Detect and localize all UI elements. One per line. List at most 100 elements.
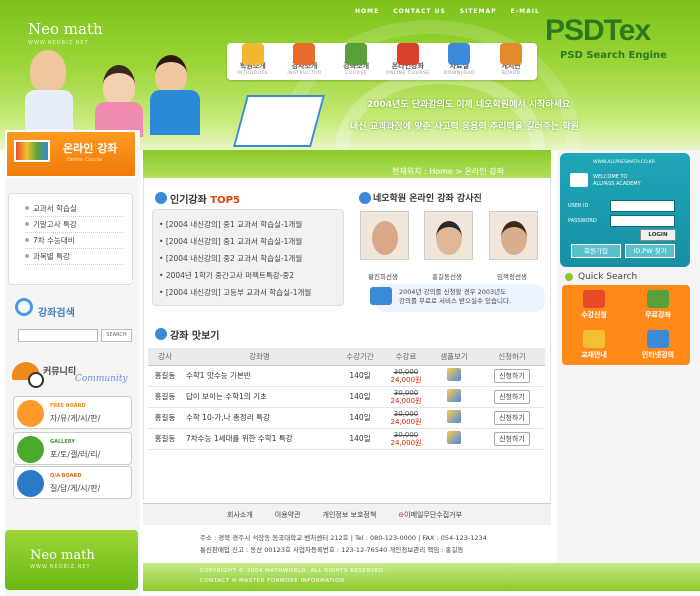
lecture-menu-item[interactable]: 기말고사 특강 [25, 217, 124, 233]
cell-course-name[interactable]: 7차수능 1세대를 위한 수학1 특강 [182, 428, 337, 450]
footer-link-email-refuse[interactable]: ⊖이메일무단수집거부 [398, 510, 462, 520]
top5-list: • [2004 내신강의] 중1 교과서 학습실-1개월 • [2004 내신강… [152, 209, 344, 306]
site-logo[interactable]: Neo math [28, 20, 103, 38]
join-button[interactable]: 회원가입 [571, 244, 621, 258]
sample-view-icon[interactable] [447, 431, 461, 444]
footer-link-company[interactable]: 회사소개 [227, 510, 253, 520]
user-id-input[interactable] [610, 200, 675, 212]
quick-internet-lecture[interactable]: 인터넷강의 [626, 325, 690, 365]
teacher-illustration-body [25, 90, 73, 135]
footer-link-privacy[interactable]: 개인정보 보호정책 [323, 510, 377, 520]
password-input[interactable] [610, 215, 675, 227]
computer-icon [370, 287, 392, 305]
sample-view-icon[interactable] [447, 410, 461, 423]
top-nav-contact[interactable]: CONTACT US [393, 8, 446, 15]
login-button[interactable]: LOGIN [640, 229, 676, 241]
top5-item[interactable]: • [2004 내신강의] 중1 교과서 학습실-1개월 [159, 217, 343, 234]
nav-instructor[interactable]: 강사소개 INSTRUCTOR [279, 43, 329, 76]
cell-period: 140일 [337, 365, 383, 387]
gallery-link[interactable]: GALLERY 포/토/갤/러/리/ [13, 432, 132, 465]
lecture-menu-item[interactable]: 교과서 학습실 [25, 201, 124, 217]
top-nav-home[interactable]: HOME [355, 8, 379, 15]
cell-sample [429, 407, 479, 429]
quick-enroll[interactable]: 수강신청 [562, 285, 626, 325]
login-welcome: WELCOME TO ALLPASS ACADEMY [593, 174, 641, 188]
lecture-menu-item[interactable]: 과목별 특강 [25, 249, 124, 265]
find-id-pw-button[interactable]: ID,PW 찾기 [625, 244, 675, 258]
course-search-title: 강좌검색 [38, 308, 75, 319]
apply-button[interactable]: 신청하기 [494, 368, 530, 383]
contact-link[interactable]: CONTACT ✉ MASTER FORMORE INFORMATION [200, 578, 345, 584]
user-id-label: USER ID [568, 203, 589, 209]
community-title: 커뮤니티 [43, 367, 77, 377]
table-row: 홍길동 수학1 맛수능 기본반 140일 30,000 24,000원 신청하기 [148, 365, 545, 387]
cell-period: 140일 [337, 428, 383, 450]
nav-introduce[interactable]: 학원소개 INTRODUCE [228, 43, 278, 76]
lecture-menu-item[interactable]: 7차 수능대비 [25, 233, 124, 249]
teacher-photo[interactable] [360, 211, 409, 260]
quick-search-grid: 수강신청 무료강좌 교재안내 인터넷강의 [562, 285, 690, 365]
top5-item[interactable]: • [2004 내신강의] 중1 교과서 학습실-1개월 [159, 234, 343, 251]
nav-board[interactable]: 게시판 BOARD [486, 43, 536, 76]
quick-free-course[interactable]: 무료강좌 [626, 285, 690, 325]
nav-download[interactable]: 자료실 DOWNLOAD [434, 43, 484, 76]
cell-teacher: 홍길동 [148, 365, 182, 387]
nav-en: COURSE [345, 71, 368, 76]
teachers-title: 네오학원 온라인 강좌 강사진 [373, 194, 482, 204]
sample-view-icon[interactable] [447, 368, 461, 381]
top5-item-label: [2004 내신강의] 중1 교과서 학습실-1개월 [165, 220, 303, 229]
quick-label: 무료강좌 [645, 311, 671, 319]
col-header: 수강기간 [337, 348, 383, 366]
nav-online-course[interactable]: 온라인강좌 ONLINE COURSE [383, 43, 433, 76]
quick-label: 수강신청 [581, 311, 607, 319]
course-icon [345, 43, 368, 65]
teacher-note-line: 강의를 무료로 서비스 받으실수 있습니다. [399, 297, 511, 305]
top5-item[interactable]: • [2004 내신강의] 중2 교과서 학습실-1개월 [159, 251, 343, 268]
search-icon [15, 298, 33, 316]
apply-button[interactable]: 신청하기 [494, 410, 530, 425]
top5-item[interactable]: • [2004 내신강의] 고등부 교과서 학습실-1개월 [159, 285, 343, 302]
free-board-link[interactable]: FREE BOARD 자/유/게/시/판/ [13, 396, 132, 429]
apply-button[interactable]: 신청하기 [494, 431, 530, 446]
footer-link-terms[interactable]: 이용약관 [275, 510, 301, 520]
top5-item-label: [2004 내신강의] 중1 교과서 학습실-1개월 [165, 237, 303, 246]
cell-price: 30,000 24,000원 [383, 428, 429, 450]
course-search-input[interactable] [18, 329, 98, 342]
download-icon [448, 43, 471, 65]
nav-course[interactable]: 강좌소개 COURSE [331, 43, 381, 76]
student-girl-illustration [103, 65, 135, 105]
table-row: 홍길동 답이 보이는 수학1의 기초 140일 30,000 24,000원 신청… [148, 386, 545, 408]
price-old: 30,000 [393, 388, 419, 397]
price-new: 24,000원 [390, 417, 422, 426]
quick-search-title: Quick Search [578, 272, 638, 282]
bullet-icon [565, 273, 573, 281]
top5-item[interactable]: • 2004년 1학기 중간고사 퍼펙트특강-중2 [159, 268, 343, 285]
monitor-icon [647, 330, 669, 348]
top-nav-email[interactable]: E-MAIL [511, 8, 540, 15]
cell-course-name[interactable]: 수학1 맛수능 기본반 [182, 365, 337, 387]
board-ko: 자/유/게/시/판/ [50, 414, 101, 423]
sample-view-icon[interactable] [447, 389, 461, 402]
book-illustration [233, 95, 325, 147]
quick-label: 인터넷강의 [641, 351, 675, 359]
cell-apply: 신청하기 [479, 365, 545, 387]
col-header: 신청하기 [479, 348, 545, 366]
cell-course-name[interactable]: 수학 10-가,나 총정리 특강 [182, 407, 337, 429]
price-new: 24,000원 [390, 438, 422, 447]
top-nav-sitemap[interactable]: SITEMAP [460, 8, 497, 15]
col-header: 수강료 [383, 348, 429, 366]
flower-icon [17, 400, 44, 427]
student-boy-illustration [155, 55, 187, 93]
footer-address: 주소 : 경북 경주시 석장동 동국대학교 벤처센터 212호 | Tel : … [200, 532, 487, 556]
cell-period: 140일 [337, 407, 383, 429]
qa-board-link[interactable]: Q/A BOARD 질/답/게/시/판/ [13, 466, 132, 499]
cell-course-name[interactable]: 답이 보이는 수학1의 기초 [182, 386, 337, 408]
teacher-photo[interactable] [424, 211, 473, 260]
teacher-note: 2004년 강의를 신청할 경우 2003년도 강의를 무료로 서비스 받으실수… [375, 284, 545, 312]
teacher-photo[interactable] [489, 211, 538, 260]
textbook-icon [583, 330, 605, 348]
apply-button[interactable]: 신청하기 [494, 389, 530, 404]
course-search-button[interactable]: SEARCH [101, 329, 132, 342]
address-line: 주소 : 경북 경주시 석장동 동국대학교 벤처센터 212호 | Tel : … [200, 534, 487, 542]
quick-textbook[interactable]: 교재안내 [562, 325, 626, 365]
